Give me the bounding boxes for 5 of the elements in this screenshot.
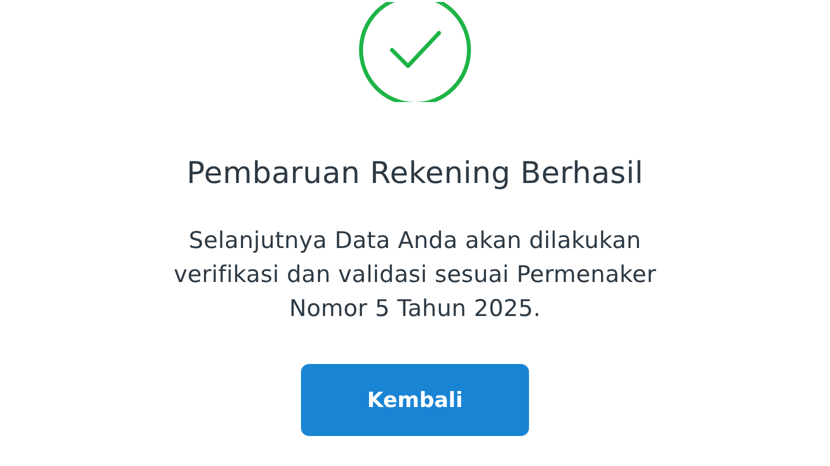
success-title: Pembaruan Rekening Berhasil: [186, 155, 644, 193]
message-text: verifikasi dan validasi sesuai Permenaker: [174, 261, 656, 290]
back-button[interactable]: Kembali: [301, 364, 529, 436]
message-text: Selanjutnya Data Anda akan dilakukan: [188, 227, 642, 256]
message-text: Nomor 5 Tahun 2025.: [289, 295, 541, 324]
